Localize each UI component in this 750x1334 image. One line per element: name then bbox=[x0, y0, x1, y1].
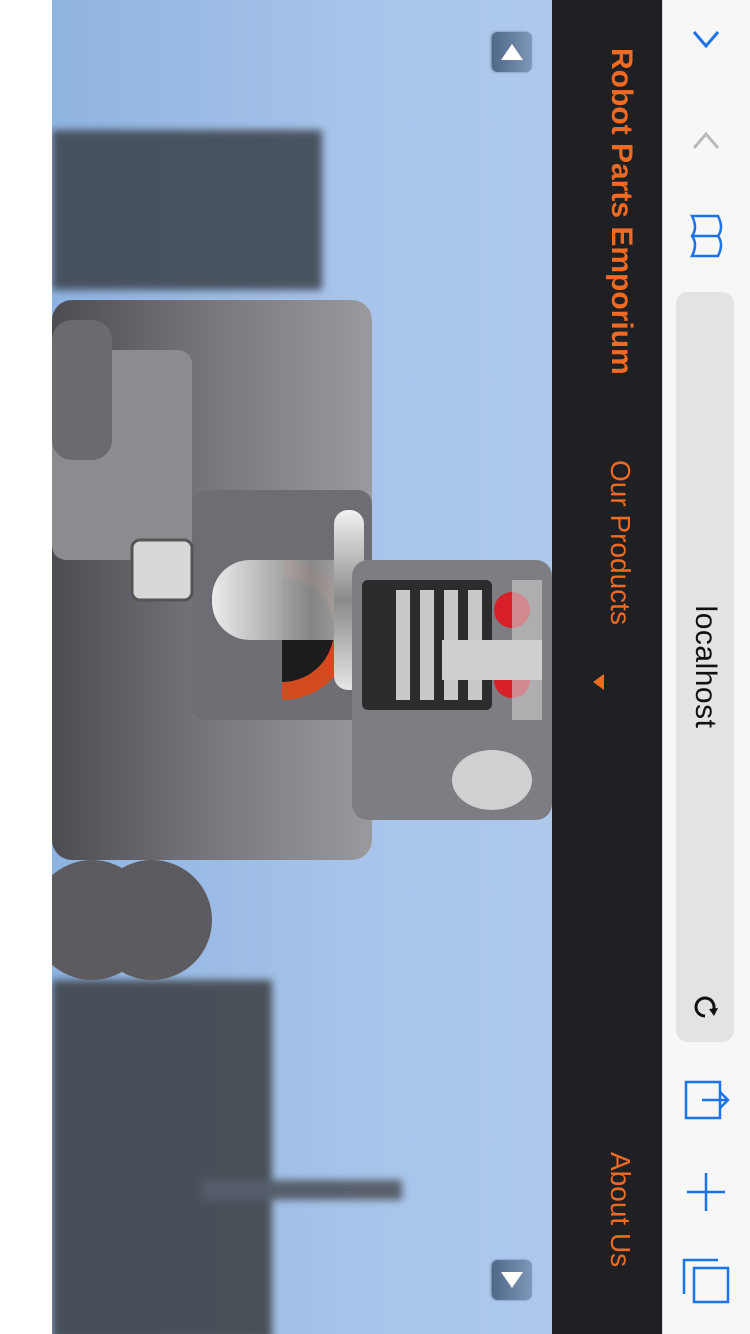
reload-button[interactable] bbox=[688, 990, 722, 1024]
nav-our-products[interactable]: Our Products bbox=[604, 460, 636, 625]
site-brand[interactable]: Robot Parts Emporium bbox=[604, 48, 638, 375]
chevron-up-icon bbox=[692, 31, 720, 49]
chevron-down-icon bbox=[692, 131, 720, 149]
reload-icon bbox=[694, 996, 718, 1018]
down-arrow-icon bbox=[501, 1272, 523, 1288]
nav-about-us[interactable]: About Us bbox=[604, 1152, 636, 1267]
share-icon bbox=[684, 1080, 730, 1120]
add-tab-icon bbox=[687, 1173, 725, 1211]
address-bar[interactable]: localhost bbox=[676, 292, 734, 1042]
page-edge bbox=[0, 0, 52, 1334]
tabs-icon bbox=[682, 1258, 730, 1304]
hero-image bbox=[52, 0, 552, 1334]
previous-button[interactable] bbox=[662, 0, 750, 80]
up-arrow-icon bbox=[501, 44, 523, 60]
share-button[interactable] bbox=[662, 1060, 750, 1140]
bookmarks-icon bbox=[689, 214, 723, 258]
dropdown-caret-icon[interactable] bbox=[593, 674, 604, 690]
site-header: Robot Parts Emporium Our Products About … bbox=[552, 0, 662, 1334]
next-button[interactable] bbox=[662, 100, 750, 180]
tabs-button[interactable] bbox=[662, 1240, 750, 1320]
scroll-up-button[interactable] bbox=[492, 32, 532, 72]
rotated-viewport: localhost Robot Parts Emporium Our Produ… bbox=[0, 0, 750, 1334]
scroll-down-button[interactable] bbox=[492, 1260, 532, 1300]
new-tab-button[interactable] bbox=[662, 1152, 750, 1232]
browser-toolbar: localhost bbox=[662, 0, 750, 1334]
toy-robot-photo bbox=[52, 130, 552, 1334]
bookmarks-button[interactable] bbox=[662, 196, 750, 276]
address-text: localhost bbox=[689, 605, 722, 729]
